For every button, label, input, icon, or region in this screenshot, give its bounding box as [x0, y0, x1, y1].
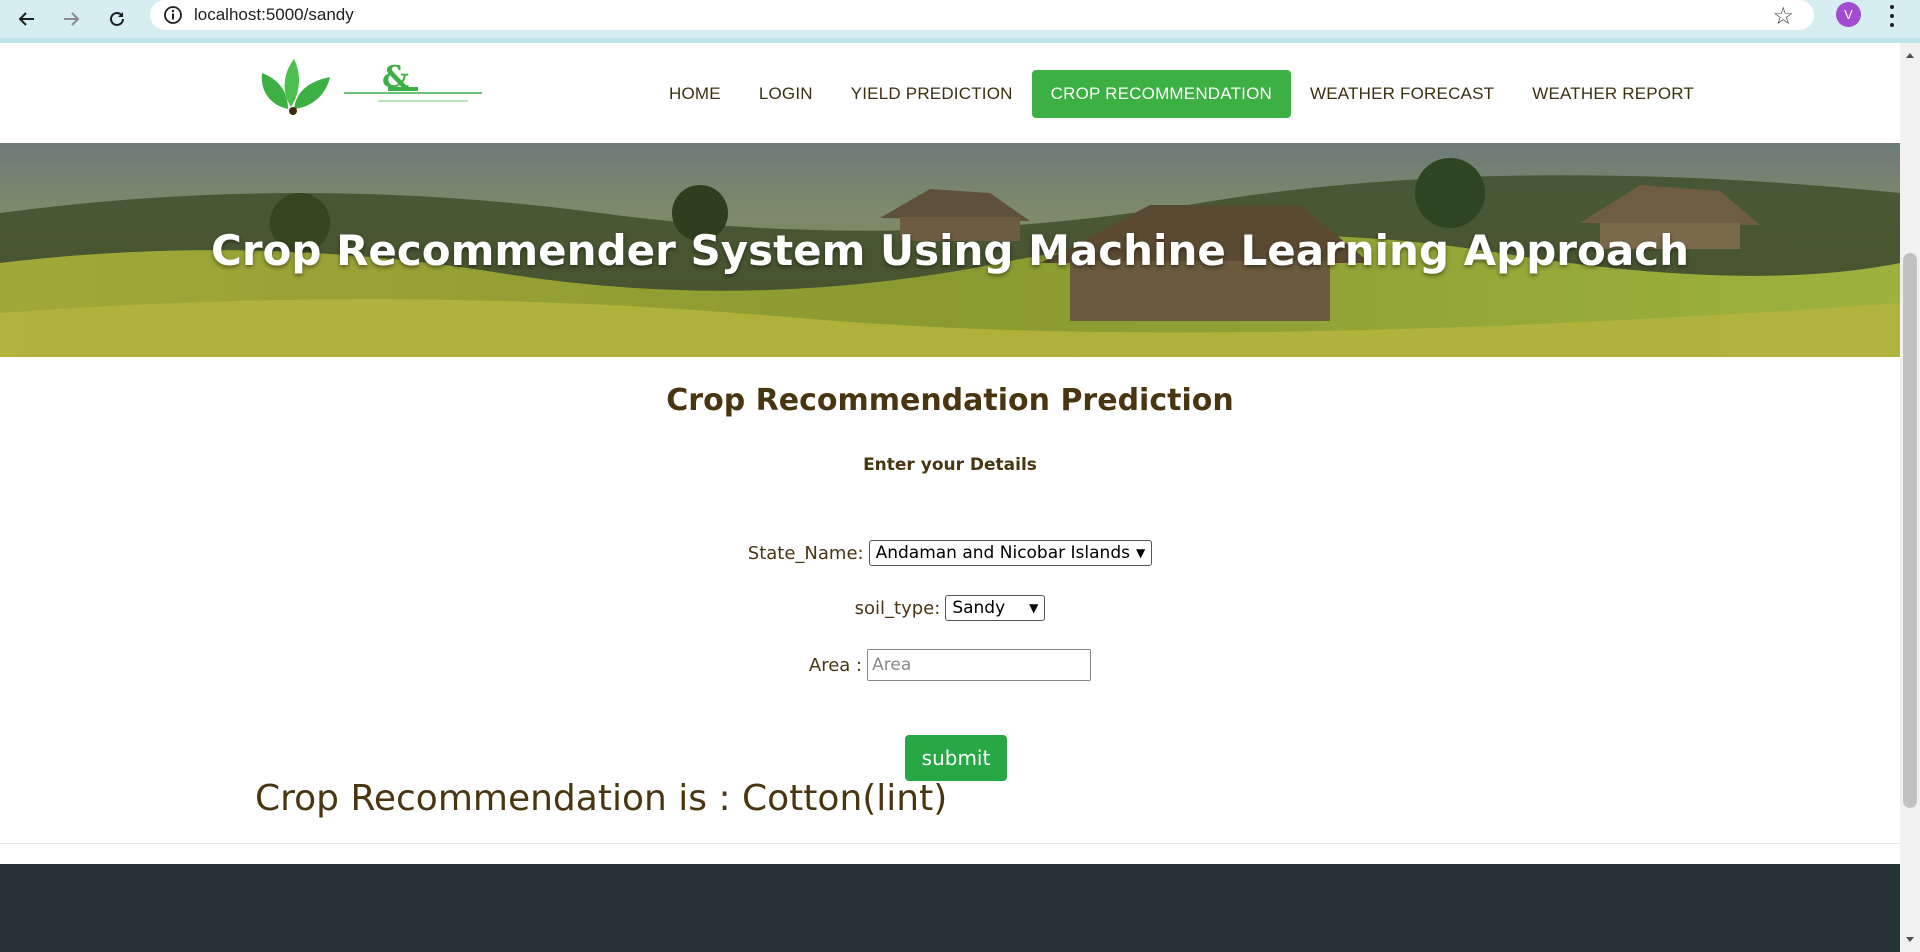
forward-icon[interactable] [56, 4, 86, 34]
nav-login[interactable]: LOGIN [740, 70, 832, 118]
back-icon[interactable] [12, 4, 42, 34]
scroll-up-icon[interactable] [1906, 53, 1914, 58]
nav-weather-report[interactable]: WEATHER REPORT [1513, 70, 1713, 118]
state-select-value: Andaman and Nicobar Islands [875, 543, 1130, 563]
soil-label: soil_type: [854, 597, 941, 619]
form-title: Crop Recommendation Prediction [666, 383, 1234, 418]
scroll-down-icon[interactable] [1906, 937, 1914, 942]
page-viewport: & HOME LOGIN YIELD PREDICTION CROP RECOM… [0, 43, 1900, 952]
recommendation-result: Crop Recommendation is : Cotton(lint) [255, 778, 948, 819]
chevron-down-icon: ▼ [1135, 546, 1146, 560]
nav-crop-recommendation[interactable]: CROP RECOMMENDATION [1031, 70, 1291, 118]
url-text[interactable]: localhost:5000/sandy [194, 5, 354, 25]
divider [0, 843, 1900, 844]
site-logo[interactable]: & [258, 57, 482, 117]
main-nav: HOME LOGIN YIELD PREDICTION CROP RECOMME… [650, 69, 1713, 119]
state-label: State_Name: [747, 542, 864, 564]
state-select[interactable]: Andaman and Nicobar Islands ▼ [868, 540, 1153, 566]
state-row: State_Name: Andaman and Nicobar Islands … [0, 540, 1900, 566]
browser-toolbar: localhost:5000/sandy ☆ V [0, 0, 1920, 43]
area-label: Area : [808, 654, 863, 676]
scrollbar-thumb[interactable] [1903, 253, 1917, 808]
bookmark-star-icon[interactable]: ☆ [1772, 2, 1794, 31]
nav-home[interactable]: HOME [650, 70, 740, 118]
area-input[interactable] [867, 649, 1092, 681]
soil-select[interactable]: Sandy ▼ [945, 595, 1046, 621]
chevron-down-icon: ▼ [1029, 601, 1039, 615]
page-scrollbar[interactable] [1900, 43, 1920, 952]
profile-avatar[interactable]: V [1836, 2, 1861, 27]
address-bar[interactable]: localhost:5000/sandy ☆ [150, 0, 1814, 30]
nav-weather-forecast[interactable]: WEATHER FORECAST [1291, 70, 1513, 118]
submit-button[interactable]: submit [905, 735, 1007, 781]
hero-banner: Crop Recommender System Using Machine Le… [0, 143, 1900, 357]
nav-yield-prediction[interactable]: YIELD PREDICTION [832, 70, 1032, 118]
site-header: & HOME LOGIN YIELD PREDICTION CROP RECOM… [0, 43, 1900, 143]
area-row: Area : [0, 649, 1900, 681]
site-info-icon[interactable] [160, 2, 186, 28]
reload-icon[interactable] [102, 4, 132, 34]
form-subtitle: Enter your Details [863, 455, 1037, 475]
soil-select-value: Sandy [952, 598, 1006, 618]
browser-menu-icon[interactable] [1884, 3, 1900, 29]
hero-title: Crop Recommender System Using Machine Le… [211, 225, 1689, 275]
site-footer [0, 864, 1900, 952]
soil-row: soil_type: Sandy ▼ [0, 595, 1900, 621]
